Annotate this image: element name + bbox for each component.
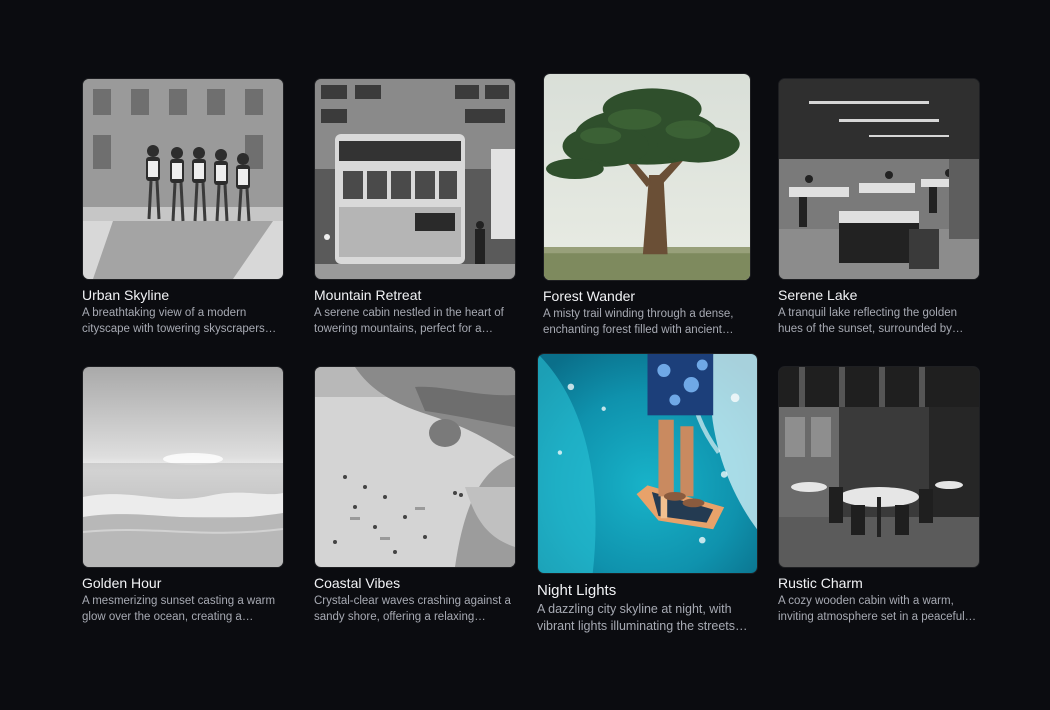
card-description: A serene cabin nestled in the heart of t… (314, 307, 504, 335)
image-lone-tree (543, 73, 751, 281)
card-description: A tranquil lake reflecting the golden hu… (778, 307, 958, 335)
card-title: Golden Hour (82, 575, 162, 591)
card-title: Urban Skyline (82, 287, 170, 303)
image-teens-on-wall (82, 78, 284, 280)
card-title: Forest Wander (543, 288, 636, 304)
gallery-card-night-lights[interactable]: Night Lights A dazzling city skyline at … (537, 353, 758, 635)
image-crowded-beach (314, 366, 516, 568)
card-title: Mountain Retreat (314, 287, 422, 303)
card-description: Crystal-clear waves crashing against a s… (314, 595, 511, 623)
card-description: A misty trail winding through a dense, e… (543, 308, 734, 336)
gallery-card-coastal-vibes[interactable]: Coastal Vibes Crystal-clear waves crashi… (314, 366, 516, 625)
image-surfer (537, 353, 758, 574)
gallery-card-mountain-retreat[interactable]: Mountain Retreat A serene cabin nestled … (314, 78, 516, 337)
card-description: A cozy wooden cabin with a warm, invitin… (778, 595, 965, 623)
card-description: A mesmerizing sunset casting a warm glow… (82, 595, 276, 623)
card-title: Serene Lake (778, 287, 858, 303)
image-tram-street (314, 78, 516, 280)
image-sunset-beach (82, 366, 284, 568)
card-description: A dazzling city skyline at night, with v… (537, 602, 736, 633)
gallery-card-forest-wander[interactable]: Forest Wander A misty trail winding thro… (543, 73, 751, 338)
image-office-room (778, 78, 980, 280)
gallery-card-golden-hour[interactable]: Golden Hour A mesmerizing sunset casting… (82, 366, 284, 625)
card-title: Night Lights (537, 582, 617, 599)
gallery-card-urban-skyline[interactable]: Urban Skyline A breathtaking view of a m… (82, 78, 284, 337)
gallery-card-serene-lake[interactable]: Serene Lake A tranquil lake reflecting t… (778, 78, 980, 337)
card-title: Rustic Charm (778, 575, 863, 591)
image-restaurant-interior (778, 366, 980, 568)
card-description: A breathtaking view of a modern cityscap… (82, 307, 265, 335)
card-title: Coastal Vibes (314, 575, 401, 591)
gallery-card-rustic-charm[interactable]: Rustic Charm A cozy wooden cabin with a … (778, 366, 980, 625)
